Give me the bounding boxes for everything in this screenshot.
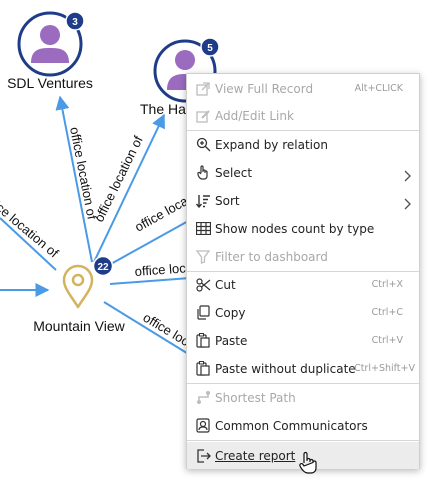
svg-text:5: 5 <box>207 43 213 54</box>
menu-item-label: View Full Record <box>215 81 314 96</box>
menu-item-label: Shortest Path <box>215 390 296 405</box>
report-export-icon <box>195 448 211 464</box>
path-icon <box>195 390 211 406</box>
menu-item-label: Sort <box>215 193 240 208</box>
menu-item-cut[interactable]: Cut Ctrl+X <box>187 271 419 298</box>
chevron-right-icon <box>403 195 411 214</box>
menu-item-filter-to-dashboard[interactable]: Filter to dashboard <box>187 243 419 270</box>
paste-icon <box>195 333 211 349</box>
menu-item-label: Select <box>215 165 253 180</box>
menu-item-common-communicators[interactable]: Common Communicators <box>187 412 419 439</box>
menu-separator <box>187 440 419 441</box>
chevron-right-icon <box>403 167 411 186</box>
grid-icon <box>195 221 211 237</box>
menu-item-label: Show nodes count by type <box>215 221 375 236</box>
svg-text:22: 22 <box>97 262 109 273</box>
menu-item-label: Cut <box>215 277 236 292</box>
menu-item-shortcut: Alt+CLICK <box>354 83 403 94</box>
paste-icon <box>195 361 211 377</box>
communicators-icon <box>195 418 211 434</box>
menu-item-paste-without-duplicate[interactable]: Paste without duplicate Ctrl+Shift+V <box>187 355 419 382</box>
node-count-badge: 3 <box>65 11 85 31</box>
menu-item-add-edit-link[interactable]: Add/Edit Link <box>187 102 419 129</box>
menu-item-shortcut: Ctrl+V <box>371 335 403 346</box>
location-pin-icon <box>62 264 94 309</box>
menu-item-label: Common Communicators <box>215 418 368 433</box>
node-label: SDL Ventures <box>7 75 93 91</box>
hand-cursor-icon <box>298 451 318 475</box>
edge-label: office location of <box>67 126 100 221</box>
menu-item-label: Create report <box>215 448 296 463</box>
pointer-hand-icon <box>195 165 211 181</box>
expand-icon <box>195 137 211 153</box>
menu-item-shortest-path[interactable]: Shortest Path <box>187 384 419 411</box>
menu-item-label: Paste <box>215 333 248 348</box>
menu-item-shortcut: Ctrl+Shift+V <box>354 363 415 374</box>
menu-item-label: Copy <box>215 305 246 320</box>
node-label: The Ha <box>140 101 186 117</box>
svg-text:3: 3 <box>72 17 78 28</box>
node-label: Mountain View <box>33 318 125 334</box>
menu-item-label: Filter to dashboard <box>215 249 328 264</box>
node-count-badge: 22 <box>92 255 114 277</box>
menu-item-shortcut: Ctrl+C <box>371 307 404 318</box>
context-menu: View Full Record Alt+CLICK Add/Edit Link… <box>186 73 420 469</box>
menu-item-expand-by-relation[interactable]: Expand by relation <box>187 131 419 158</box>
scissors-icon <box>195 277 211 293</box>
menu-item-label: Paste without duplicate <box>215 361 356 376</box>
node-count-badge: 5 <box>200 37 220 57</box>
menu-item-label: Add/Edit Link <box>215 108 294 123</box>
copy-icon <box>195 305 211 321</box>
menu-item-paste[interactable]: Paste Ctrl+V <box>187 327 419 354</box>
edge-label: office location of <box>0 189 62 261</box>
menu-item-copy[interactable]: Copy Ctrl+C <box>187 299 419 326</box>
filter-icon <box>195 249 211 265</box>
external-link-icon <box>195 81 211 97</box>
menu-item-label: Expand by relation <box>215 137 328 152</box>
node-sdl-ventures[interactable]: 3 SDL Ventures <box>7 11 93 91</box>
menu-item-show-nodes-count[interactable]: Show nodes count by type <box>187 215 419 242</box>
menu-item-shortcut: Ctrl+X <box>371 279 403 290</box>
menu-item-sort[interactable]: Sort <box>187 187 419 214</box>
menu-item-select[interactable]: Select <box>187 159 419 186</box>
sort-icon <box>195 193 211 209</box>
node-mountain-view[interactable]: 22 Mountain View <box>33 255 126 335</box>
menu-item-view-full-record[interactable]: View Full Record Alt+CLICK <box>187 75 419 102</box>
edge-right-mid[interactable] <box>109 277 191 285</box>
edit-link-icon <box>195 108 211 124</box>
